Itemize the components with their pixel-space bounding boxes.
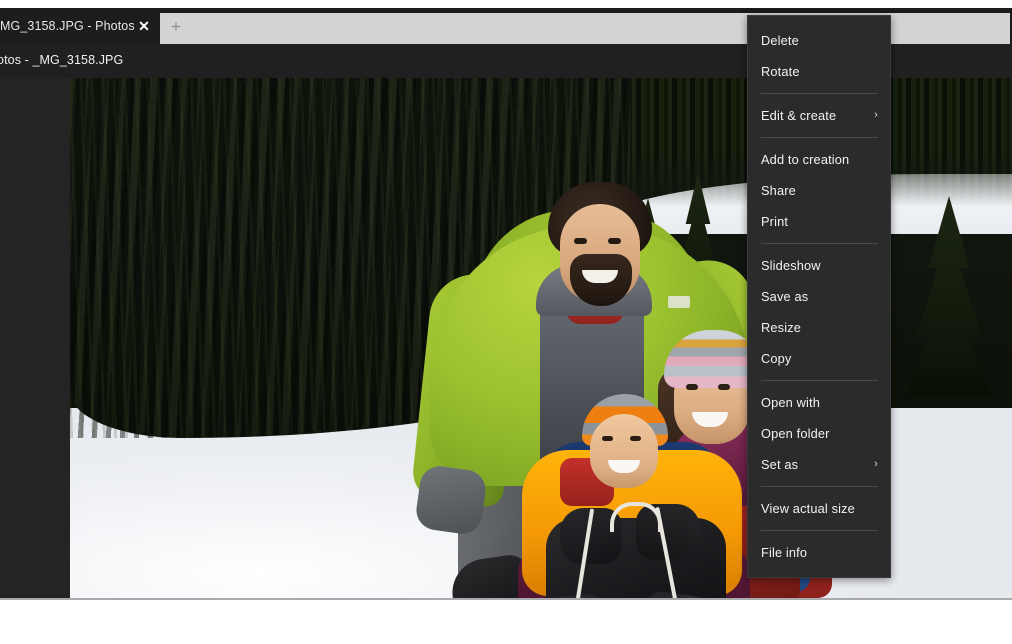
- boy-eye-left: [602, 436, 613, 441]
- chevron-right-icon: ›: [874, 109, 878, 121]
- menu-separator: [761, 380, 878, 381]
- menu-item-open-with[interactable]: Open with: [748, 387, 890, 418]
- menu-item-label: File info: [761, 545, 808, 560]
- menu-item-label: Save as: [761, 289, 809, 304]
- window-bottom-edge: [0, 598, 1012, 600]
- menu-separator: [761, 93, 878, 94]
- mother-eye-left: [686, 384, 698, 390]
- menu-separator: [761, 486, 878, 487]
- plus-icon[interactable]: +: [166, 18, 186, 36]
- menu-item-label: Print: [761, 214, 789, 229]
- menu-item-slideshow[interactable]: Slideshow: [748, 250, 890, 281]
- menu-item-label: Set as: [761, 457, 799, 472]
- menu-item-label: Slideshow: [761, 258, 821, 273]
- breadcrumb: hotos - _MG_3158.JPG: [0, 53, 124, 67]
- menu-item-label: Delete: [761, 33, 799, 48]
- father-eye-left: [574, 238, 587, 244]
- mother-eye-right: [718, 384, 730, 390]
- menu-item-label: Add to creation: [761, 152, 850, 167]
- menu-item-copy[interactable]: Copy: [748, 343, 890, 374]
- menu-item-label: View actual size: [761, 501, 855, 516]
- menu-item-label: Edit & create: [761, 108, 837, 123]
- context-menu[interactable]: Delete Rotate Edit & create › Add to creatio…: [747, 15, 891, 578]
- menu-item-file-info[interactable]: File info: [748, 537, 890, 568]
- menu-item-delete[interactable]: Delete: [748, 25, 890, 56]
- menu-separator: [761, 137, 878, 138]
- tab-title: MG_3158.JPG - Photos: [0, 19, 135, 33]
- menu-item-print[interactable]: Print: [748, 206, 890, 237]
- sled-rope-loop: [610, 502, 662, 532]
- father-cuff: [413, 463, 489, 537]
- close-icon[interactable]: ✕: [136, 18, 152, 34]
- menu-item-resize[interactable]: Resize: [748, 312, 890, 343]
- menu-item-label: Rotate: [761, 64, 800, 79]
- boy-eye-right: [630, 436, 641, 441]
- menu-item-add-to-creation[interactable]: Add to creation: [748, 144, 890, 175]
- menu-item-edit-create[interactable]: Edit & create ›: [748, 100, 890, 131]
- menu-separator: [761, 243, 878, 244]
- menu-item-rotate[interactable]: Rotate: [748, 56, 890, 87]
- menu-item-set-as[interactable]: Set as ›: [748, 449, 890, 480]
- menu-item-label: Open with: [761, 395, 820, 410]
- menu-item-share[interactable]: Share: [748, 175, 890, 206]
- menu-separator: [761, 530, 878, 531]
- menu-item-label: Open folder: [761, 426, 830, 441]
- menu-item-view-actual-size[interactable]: View actual size: [748, 493, 890, 524]
- menu-item-label: Resize: [761, 320, 802, 335]
- chevron-right-icon: ›: [874, 458, 878, 470]
- menu-item-save-as[interactable]: Save as: [748, 281, 890, 312]
- menu-item-open-folder[interactable]: Open folder: [748, 418, 890, 449]
- father-eye-right: [608, 238, 621, 244]
- boy-face: [590, 414, 658, 488]
- photos-app-window: MG_3158.JPG - Photos ✕ + hotos - _MG_315…: [0, 8, 1012, 600]
- jacket-logo: [668, 296, 690, 308]
- menu-item-label: Copy: [761, 351, 792, 366]
- menu-item-label: Share: [761, 183, 796, 198]
